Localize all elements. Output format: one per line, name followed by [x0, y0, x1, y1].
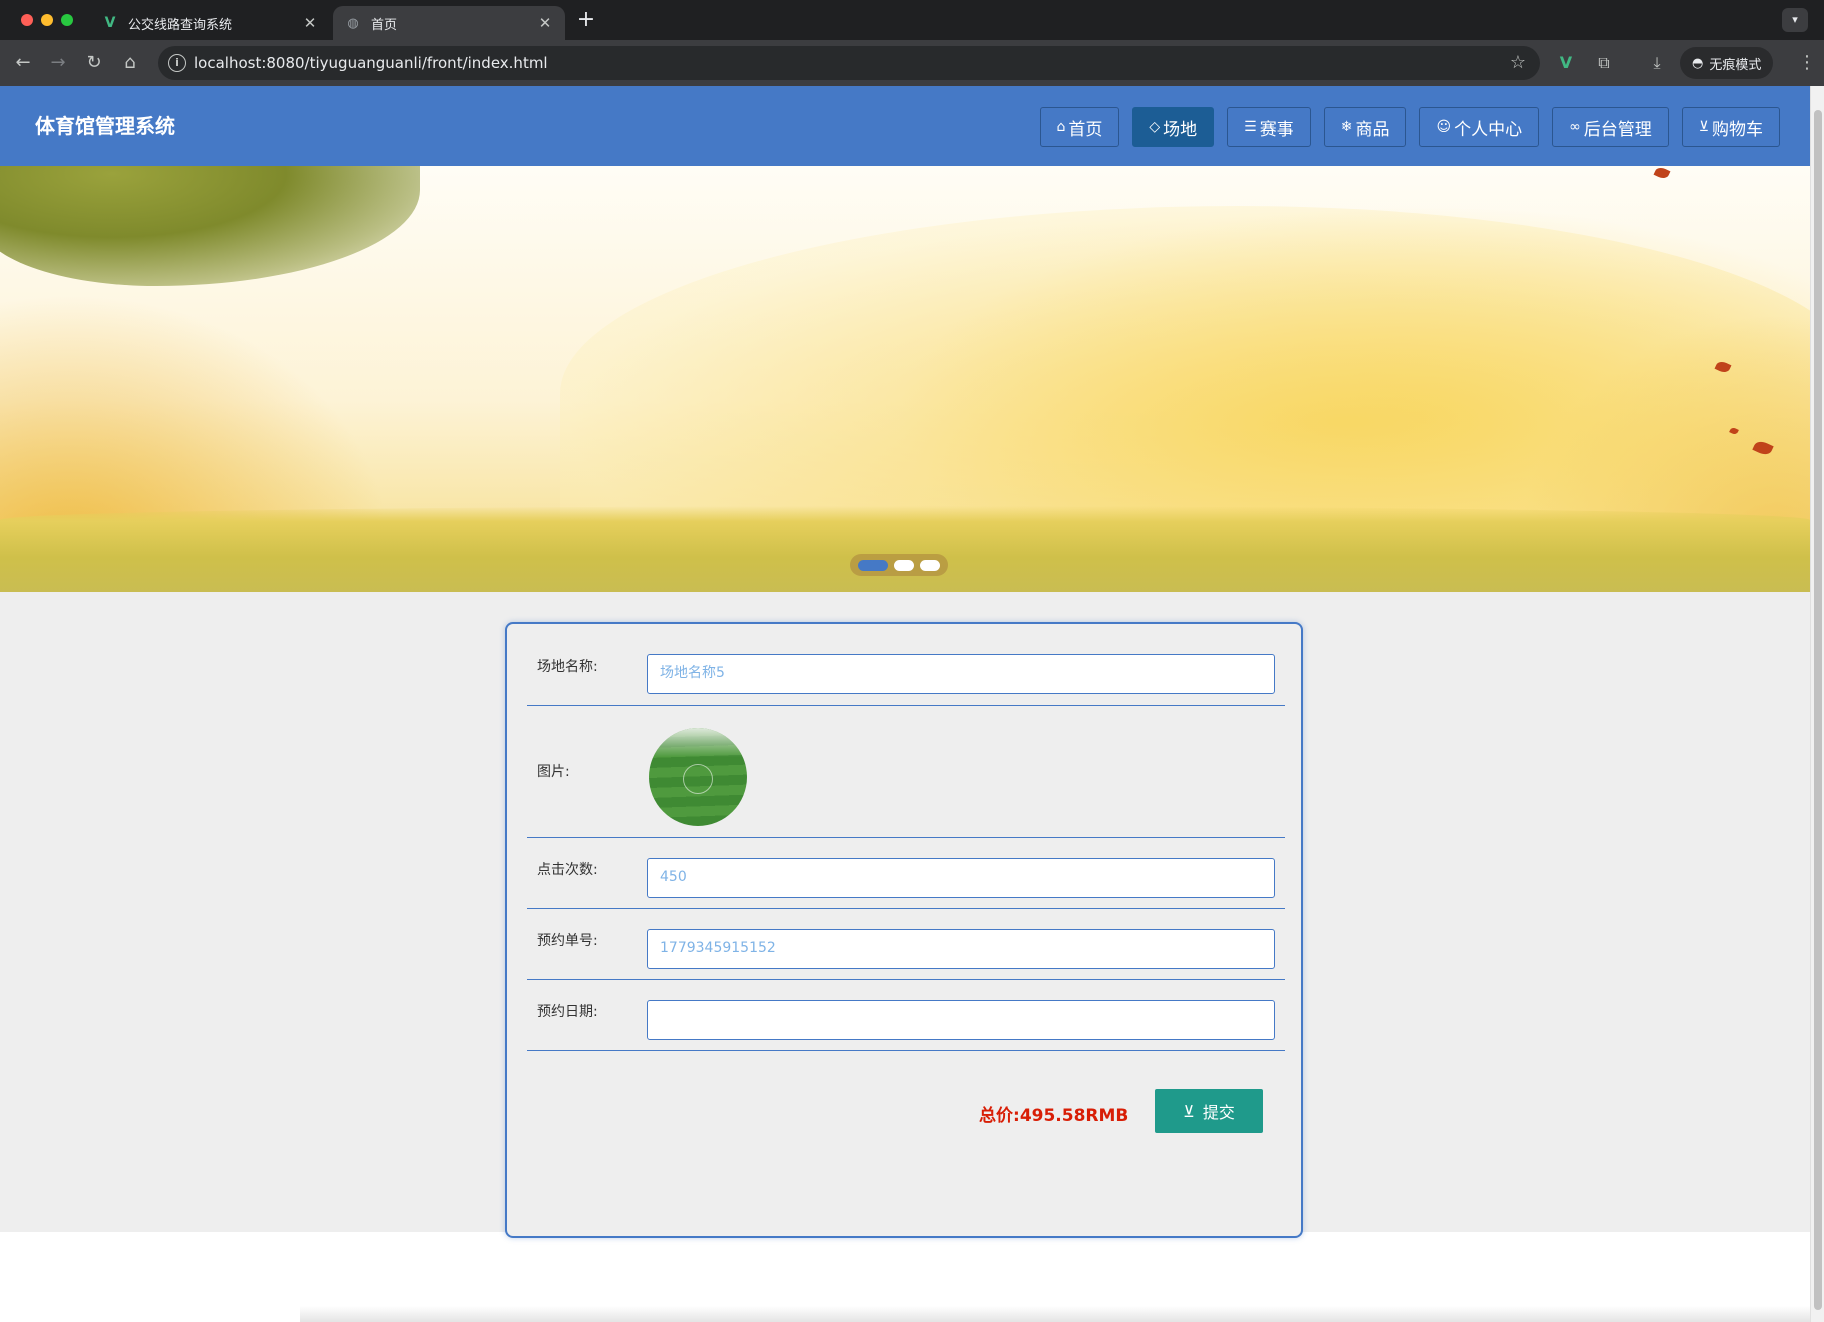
- cart-icon: ⊻: [1183, 1101, 1195, 1121]
- home-icon[interactable]: ⌂: [118, 51, 142, 75]
- nav-home-button[interactable]: ⌂ 首页: [1039, 107, 1120, 147]
- carousel-dot-2[interactable]: [894, 559, 914, 571]
- banner-field: [0, 506, 1810, 592]
- image-label: 图片:: [537, 764, 570, 780]
- address-bar[interactable]: i localhost:8080/tiyuguanguanli/front/in…: [158, 46, 1540, 80]
- tag-icon: ◇: [1149, 119, 1161, 135]
- home-icon: ⌂: [1056, 119, 1066, 135]
- window-close-button[interactable]: [21, 14, 33, 26]
- extensions-puzzle-icon[interactable]: ⧉: [1592, 51, 1616, 75]
- incognito-icon: ◓: [1692, 55, 1704, 71]
- form-row-image: 图片:: [527, 706, 1285, 838]
- banner-tree: [0, 166, 420, 286]
- download-icon[interactable]: ⤓: [1645, 51, 1669, 75]
- page-viewport: 体育馆管理系统 ⌂ 首页 ◇ 场地 ☰ 赛事 ❄ 商品 ☺ 个人中心 ∞ 后台管…: [0, 86, 1810, 1322]
- page-bottom-shadow: [300, 1306, 1810, 1322]
- submit-label: 提交: [1202, 1103, 1235, 1122]
- nav-goods-button[interactable]: ❄ 商品: [1323, 107, 1407, 147]
- browser-tab-bar: V 公交线路查询系统 ✕ ◍ 首页 ✕ + ▾: [0, 0, 1824, 40]
- site-title: 体育馆管理系统: [35, 114, 175, 138]
- nav-label: 购物车: [1712, 119, 1763, 140]
- browser-toolbar: ← → ↻ ⌂ i localhost:8080/tiyuguanguanli/…: [0, 40, 1824, 86]
- browser-menu-icon[interactable]: ⋮: [1798, 51, 1816, 75]
- nav-label: 首页: [1068, 119, 1103, 140]
- hero-banner-carousel: [0, 166, 1810, 592]
- order-number-label: 预约单号:: [537, 933, 598, 949]
- venue-name-label: 场地名称:: [537, 659, 598, 675]
- nav-admin-button[interactable]: ∞ 后台管理: [1552, 107, 1669, 147]
- window-maximize-button[interactable]: [61, 14, 73, 26]
- nav-profile-button[interactable]: ☺ 个人中心: [1419, 107, 1540, 147]
- nav-label: 个人中心: [1454, 119, 1523, 140]
- leaf-decoration: [1653, 166, 1671, 181]
- tab-title: 公交线路查询系统: [128, 17, 233, 33]
- close-icon[interactable]: ✕: [302, 14, 318, 32]
- page-scrollbar[interactable]: [1810, 86, 1824, 1322]
- user-icon: ☺: [1436, 119, 1452, 135]
- cart-icon: ⊻: [1698, 119, 1709, 135]
- form-row-venue-name: 场地名称: 场地名称5: [527, 624, 1285, 706]
- reload-icon[interactable]: ↻: [82, 51, 106, 75]
- total-price-label: 总价:: [979, 1106, 1020, 1126]
- nav-venue-button[interactable]: ◇ 场地: [1132, 107, 1215, 147]
- venue-image: [649, 728, 747, 826]
- incognito-badge[interactable]: ◓ 无痕模式: [1680, 47, 1774, 79]
- site-header: 体育馆管理系统 ⌂ 首页 ◇ 场地 ☰ 赛事 ❄ 商品 ☺ 个人中心 ∞ 后台管…: [0, 86, 1810, 166]
- submit-button[interactable]: ⊻ 提交: [1155, 1089, 1263, 1133]
- booking-date-field[interactable]: [647, 1000, 1275, 1040]
- venue-name-field[interactable]: 场地名称5: [647, 654, 1275, 694]
- incognito-label: 无痕模式: [1709, 57, 1762, 73]
- vue-devtools-icon[interactable]: V: [1554, 51, 1578, 75]
- scrollbar-thumb[interactable]: [1814, 110, 1822, 1310]
- nav-events-button[interactable]: ☰ 赛事: [1227, 107, 1311, 147]
- form-row-clicks: 点击次数: 450: [527, 838, 1285, 909]
- order-number-field[interactable]: 1779345915152: [647, 929, 1275, 969]
- form-row-order-number: 预约单号: 1779345915152: [527, 909, 1285, 980]
- back-arrow-icon[interactable]: ←: [11, 51, 35, 75]
- main-nav: ⌂ 首页 ◇ 场地 ☰ 赛事 ❄ 商品 ☺ 个人中心 ∞ 后台管理 ⊻ 购物车: [1039, 107, 1780, 147]
- total-price-value: 495.58RMB: [1019, 1106, 1129, 1126]
- nav-label: 后台管理: [1583, 119, 1652, 140]
- form-row-booking-date: 预约日期:: [527, 980, 1285, 1051]
- nav-cart-button[interactable]: ⊻ 购物车: [1681, 107, 1780, 147]
- vue-logo-icon: V: [104, 15, 116, 31]
- snowflake-icon: ❄: [1340, 119, 1353, 135]
- window-minimize-button[interactable]: [41, 14, 53, 26]
- forward-arrow-icon[interactable]: →: [46, 51, 70, 75]
- nav-label: 商品: [1355, 119, 1390, 140]
- carousel-dot-1[interactable]: [858, 559, 888, 571]
- tab-search-button[interactable]: ▾: [1782, 8, 1808, 32]
- browser-tab-2[interactable]: ◍ 首页 ✕: [333, 6, 565, 40]
- link-icon: ∞: [1569, 119, 1581, 135]
- nav-label: 场地: [1163, 119, 1198, 140]
- close-icon[interactable]: ✕: [537, 14, 553, 32]
- globe-icon: ◍: [347, 15, 359, 31]
- booking-form-card: 场地名称: 场地名称5 图片: 点击次数: 450 预约单号: 17793459…: [505, 622, 1303, 1238]
- main-content: 场地名称: 场地名称5 图片: 点击次数: 450 预约单号: 17793459…: [0, 592, 1810, 1238]
- new-tab-button[interactable]: +: [574, 8, 598, 32]
- carousel-dot-3[interactable]: [920, 559, 940, 571]
- total-price: 总价:495.58RMB: [979, 1101, 1128, 1126]
- browser-tab-1[interactable]: V 公交线路查询系统 ✕: [90, 6, 330, 40]
- bookmark-star-icon[interactable]: ☆: [1510, 46, 1526, 80]
- booking-date-label: 预约日期:: [537, 1004, 598, 1020]
- clicks-label: 点击次数:: [537, 862, 598, 878]
- clicks-field[interactable]: 450: [647, 858, 1275, 898]
- site-info-icon[interactable]: i: [168, 54, 186, 72]
- address-url[interactable]: localhost:8080/tiyuguanguanli/front/inde…: [194, 46, 548, 80]
- carousel-indicators: [850, 554, 948, 576]
- sliders-icon: ☰: [1244, 119, 1257, 135]
- nav-label: 赛事: [1259, 119, 1294, 140]
- tab-title: 首页: [371, 17, 398, 33]
